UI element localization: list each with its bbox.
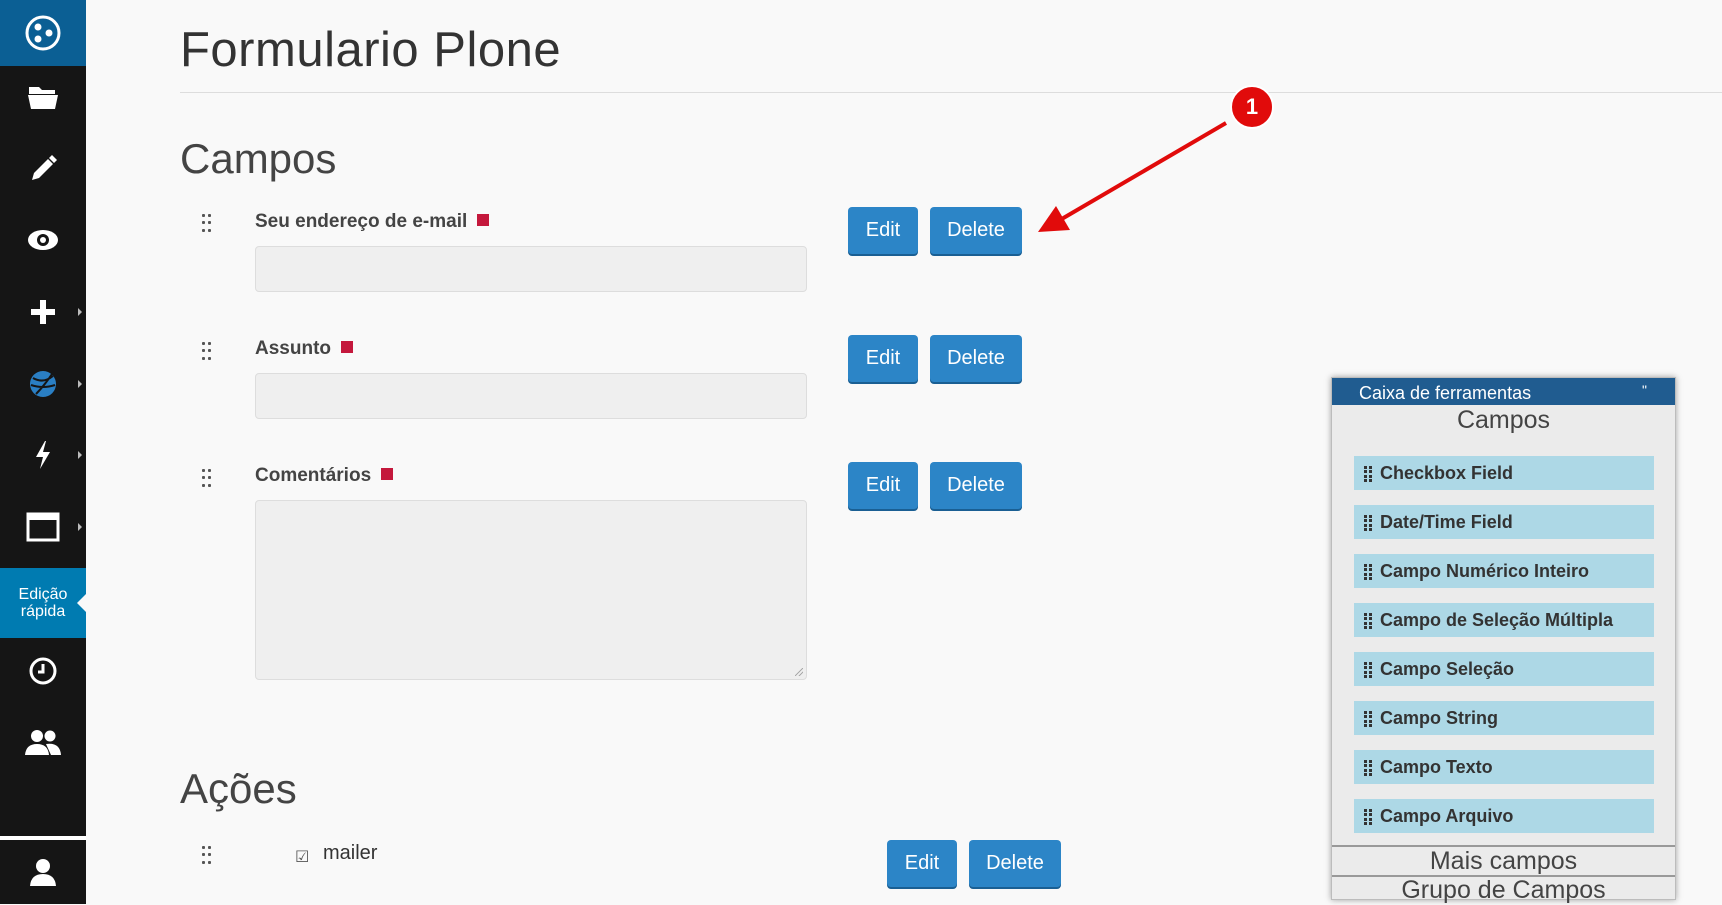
delete-field-button[interactable]: Delete bbox=[930, 462, 1022, 509]
grip-icon bbox=[1364, 613, 1372, 629]
plone-toolbar: Edição rápida bbox=[0, 0, 86, 904]
edit-field-button[interactable]: Edit bbox=[848, 207, 918, 254]
toolbar-user[interactable] bbox=[0, 836, 86, 904]
submenu-caret-icon bbox=[78, 380, 82, 388]
toolbar-add[interactable] bbox=[0, 277, 86, 347]
delete-field-button[interactable]: Delete bbox=[930, 335, 1022, 382]
toolbar-view[interactable] bbox=[0, 205, 86, 275]
grip-icon bbox=[1364, 515, 1372, 531]
field-label-text: Seu endereço de e-mail bbox=[255, 211, 468, 232]
clock-icon bbox=[29, 657, 57, 685]
drag-handle-icon[interactable] bbox=[202, 846, 212, 866]
drag-handle-icon[interactable] bbox=[202, 214, 212, 234]
submenu-caret-icon bbox=[78, 523, 82, 531]
toolbox-item[interactable]: Campo de Seleção Múltipla bbox=[1354, 603, 1654, 637]
users-icon bbox=[25, 730, 61, 755]
toolbar-edit[interactable] bbox=[0, 134, 86, 204]
delete-field-button[interactable]: Delete bbox=[930, 207, 1022, 254]
toolbar-history[interactable] bbox=[0, 636, 86, 706]
required-marker-icon bbox=[381, 468, 394, 480]
user-icon bbox=[30, 859, 56, 886]
folder-icon bbox=[28, 87, 58, 109]
toolbox-item[interactable]: Campo Numérico Inteiro bbox=[1354, 554, 1654, 588]
globe-icon bbox=[30, 371, 56, 397]
submenu-caret-icon bbox=[78, 308, 82, 316]
grip-icon bbox=[1364, 564, 1372, 580]
title-divider bbox=[180, 92, 1722, 93]
toolbox-item-label: Campo de Seleção Múltipla bbox=[1380, 610, 1614, 630]
pencil-icon bbox=[32, 155, 57, 180]
edit-field-button[interactable]: Edit bbox=[848, 335, 918, 382]
resize-handle-icon[interactable] bbox=[795, 668, 803, 676]
field-label-text: Comentários bbox=[255, 465, 372, 486]
annotation-badge: 1 bbox=[1230, 85, 1274, 129]
email-field[interactable] bbox=[255, 246, 807, 292]
grip-icon bbox=[1364, 662, 1372, 678]
toolbar-sharing[interactable] bbox=[0, 707, 86, 777]
field-label-text: Assunto bbox=[255, 338, 331, 359]
edit-action-button[interactable]: Edit bbox=[887, 840, 957, 887]
toolbox-item[interactable]: Date/Time Field bbox=[1354, 505, 1654, 539]
action-enabled-checkbox[interactable]: ☑ bbox=[295, 847, 309, 867]
toolbox-section-mais-campos[interactable]: Mais campos bbox=[1332, 847, 1675, 876]
quick-edit-label-line2: rápida bbox=[20, 603, 66, 620]
quick-edit-label-line1: Edição bbox=[18, 586, 68, 603]
toolbox-item[interactable]: Checkbox Field bbox=[1354, 456, 1654, 490]
fields-section-title: Campos bbox=[180, 135, 337, 182]
comments-textarea[interactable] bbox=[255, 500, 807, 680]
toolbox-item[interactable]: Campo Texto bbox=[1354, 750, 1654, 784]
actions-section-title: Ações bbox=[180, 765, 297, 812]
toolbox-item-label: Date/Time Field bbox=[1380, 512, 1513, 532]
grip-icon bbox=[1364, 711, 1372, 727]
drag-handle-icon[interactable] bbox=[202, 342, 212, 362]
lightning-icon bbox=[36, 441, 50, 469]
toolbox-panel[interactable]: Caixa de ferramentas " Campos Checkbox F… bbox=[1331, 377, 1676, 904]
toolbox-header[interactable]: Caixa de ferramentas " bbox=[1332, 378, 1675, 405]
plus-icon bbox=[31, 300, 55, 324]
plone-logo-icon bbox=[25, 15, 61, 51]
toolbar-display[interactable] bbox=[0, 492, 86, 562]
toolbox-item[interactable]: Campo Seleção bbox=[1354, 652, 1654, 686]
annotation-arrow-icon bbox=[1038, 121, 1228, 232]
toolbar-state[interactable] bbox=[0, 349, 86, 419]
grip-icon bbox=[1364, 466, 1372, 482]
toolbox-close-icon[interactable]: " bbox=[1642, 375, 1647, 405]
eye-icon bbox=[28, 230, 58, 250]
field-label: Comentários bbox=[255, 465, 394, 487]
toolbox-item-label: Campo Arquivo bbox=[1380, 806, 1514, 826]
required-marker-icon bbox=[341, 341, 353, 353]
toolbox-item-label: Campo String bbox=[1380, 708, 1499, 728]
toolbar-contents[interactable] bbox=[0, 62, 86, 132]
grip-icon bbox=[1364, 809, 1372, 825]
plone-logo-button[interactable] bbox=[0, 0, 86, 66]
action-label: mailer bbox=[323, 842, 378, 864]
toolbox-item-label: Campo Texto bbox=[1380, 757, 1493, 777]
field-label: Seu endereço de e-mail bbox=[255, 211, 490, 233]
toolbar-actions[interactable] bbox=[0, 420, 86, 490]
edit-field-button[interactable]: Edit bbox=[848, 462, 918, 509]
subject-field[interactable] bbox=[255, 373, 807, 419]
toolbar-quick-edit[interactable]: Edição rápida bbox=[0, 568, 86, 638]
submenu-caret-icon bbox=[78, 451, 82, 459]
toolbox-item[interactable]: Campo String bbox=[1354, 701, 1654, 735]
toolbox-section-campos[interactable]: Campos bbox=[1332, 406, 1675, 435]
page-title: Formulario Plone bbox=[180, 23, 562, 77]
toolbox-section-grupo-campos[interactable]: Grupo de Campos bbox=[1332, 876, 1675, 905]
toolbox-title: Caixa de ferramentas bbox=[1359, 383, 1532, 403]
grip-icon bbox=[1364, 760, 1372, 776]
field-label: Assunto bbox=[255, 338, 353, 360]
window-icon bbox=[26, 512, 60, 542]
required-marker-icon bbox=[477, 214, 490, 226]
toolbox-item-label: Checkbox Field bbox=[1380, 463, 1514, 483]
delete-action-button[interactable]: Delete bbox=[969, 840, 1061, 887]
drag-handle-icon[interactable] bbox=[202, 469, 212, 489]
toolbox-item-label: Campo Seleção bbox=[1380, 659, 1515, 679]
toolbox-item[interactable]: Campo Arquivo bbox=[1354, 799, 1654, 833]
toolbox-item-label: Campo Numérico Inteiro bbox=[1380, 561, 1590, 581]
